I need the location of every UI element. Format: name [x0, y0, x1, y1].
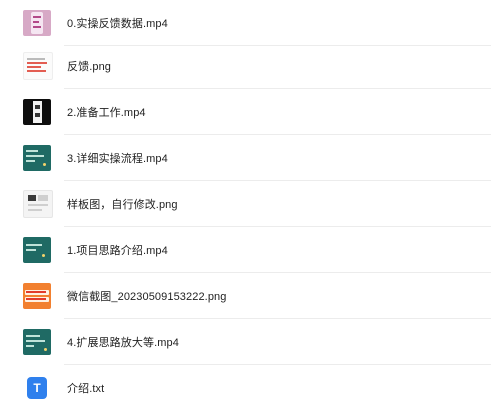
video-thumbnail-icon — [23, 99, 51, 125]
file-name: 1.项目思路介绍.mp4 — [67, 245, 168, 257]
file-row[interactable]: T 介绍.txt — [0, 365, 491, 411]
file-row[interactable]: 微信截图_20230509153222.png — [0, 273, 491, 319]
txt-file-icon: T — [27, 377, 47, 399]
image-thumbnail-icon — [23, 52, 53, 80]
video-thumbnail-icon — [23, 329, 51, 355]
file-row[interactable]: 样板图，自行修改.png — [0, 181, 491, 227]
file-row[interactable]: 2.准备工作.mp4 — [0, 89, 491, 135]
file-name: 0.实操反馈数据.mp4 — [67, 18, 168, 30]
file-name: 3.详细实操流程.mp4 — [67, 153, 168, 165]
image-thumbnail-icon — [23, 283, 51, 309]
file-row[interactable]: 3.详细实操流程.mp4 — [0, 135, 491, 181]
video-thumbnail-icon — [23, 237, 51, 263]
file-name: 介绍.txt — [67, 383, 105, 395]
file-list: 0.实操反馈数据.mp4 反馈.png 2.准备工作.mp4 3.详细实操流程.… — [0, 0, 491, 400]
file-name: 4.扩展思路放大等.mp4 — [67, 337, 179, 349]
file-name: 微信截图_20230509153222.png — [67, 291, 227, 303]
file-name: 反馈.png — [67, 61, 112, 73]
image-thumbnail-icon — [23, 190, 53, 218]
video-thumbnail-icon — [23, 145, 51, 171]
file-name: 2.准备工作.mp4 — [67, 107, 146, 119]
video-thumbnail-icon — [23, 10, 51, 36]
file-row[interactable]: 反馈.png — [0, 43, 491, 89]
file-name: 样板图，自行修改.png — [67, 199, 178, 211]
file-row[interactable]: 1.项目思路介绍.mp4 — [0, 227, 491, 273]
file-row[interactable]: 4.扩展思路放大等.mp4 — [0, 319, 491, 365]
file-row[interactable]: 0.实操反馈数据.mp4 — [0, 0, 491, 46]
